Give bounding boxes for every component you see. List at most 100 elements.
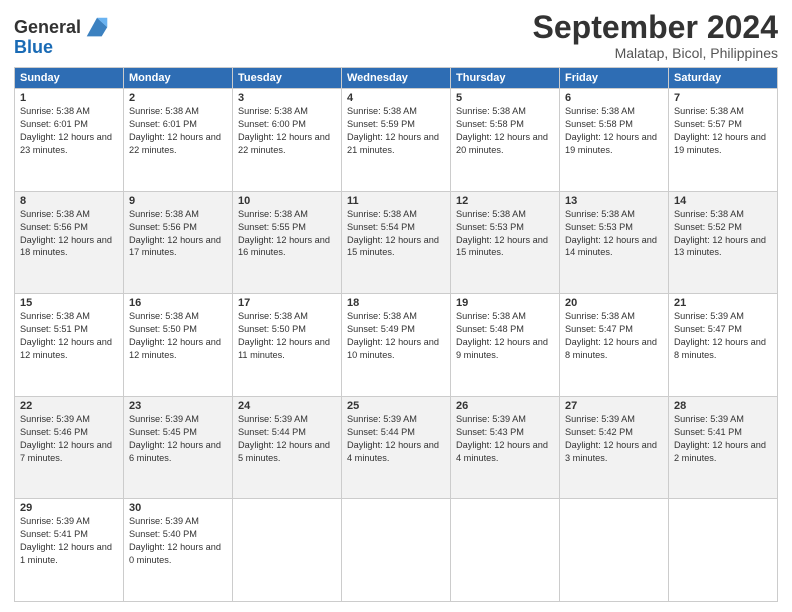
- sunset-label: Sunset: 5:58 PM: [565, 119, 633, 129]
- daylight-label: Daylight: 12 hours and 11 minutes.: [238, 337, 330, 360]
- day-number: 22: [20, 400, 118, 412]
- day-info: Sunrise: 5:38 AM Sunset: 5:54 PM Dayligh…: [347, 208, 445, 260]
- day-info: Sunrise: 5:38 AM Sunset: 5:50 PM Dayligh…: [238, 310, 336, 362]
- sunset-label: Sunset: 5:42 PM: [565, 427, 633, 437]
- day-info: Sunrise: 5:38 AM Sunset: 5:53 PM Dayligh…: [565, 208, 663, 260]
- day-number: 1: [20, 92, 118, 104]
- day-number: 9: [129, 195, 227, 207]
- day-number: 21: [674, 297, 772, 309]
- day-info: Sunrise: 5:38 AM Sunset: 5:53 PM Dayligh…: [456, 208, 554, 260]
- logo-icon: [83, 14, 111, 42]
- day-info: Sunrise: 5:39 AM Sunset: 5:43 PM Dayligh…: [456, 413, 554, 465]
- sunset-label: Sunset: 5:52 PM: [674, 222, 742, 232]
- sunset-label: Sunset: 5:41 PM: [20, 529, 88, 539]
- sunrise-label: Sunrise: 5:39 AM: [20, 414, 90, 424]
- sunset-label: Sunset: 5:48 PM: [456, 324, 524, 334]
- daylight-label: Daylight: 12 hours and 14 minutes.: [565, 235, 657, 258]
- day-number: 27: [565, 400, 663, 412]
- day-number: 24: [238, 400, 336, 412]
- daylight-label: Daylight: 12 hours and 23 minutes.: [20, 132, 112, 155]
- sunrise-label: Sunrise: 5:38 AM: [238, 106, 308, 116]
- sunrise-label: Sunrise: 5:39 AM: [674, 414, 744, 424]
- col-friday: Friday: [560, 68, 669, 89]
- day-number: 23: [129, 400, 227, 412]
- sunset-label: Sunset: 6:00 PM: [238, 119, 306, 129]
- daylight-label: Daylight: 12 hours and 6 minutes.: [129, 440, 221, 463]
- table-row: [669, 499, 778, 602]
- sunrise-label: Sunrise: 5:38 AM: [565, 209, 635, 219]
- day-info: Sunrise: 5:38 AM Sunset: 5:58 PM Dayligh…: [565, 105, 663, 157]
- daylight-label: Daylight: 12 hours and 5 minutes.: [238, 440, 330, 463]
- table-row: 14 Sunrise: 5:38 AM Sunset: 5:52 PM Dayl…: [669, 191, 778, 294]
- daylight-label: Daylight: 12 hours and 19 minutes.: [565, 132, 657, 155]
- day-number: 12: [456, 195, 554, 207]
- table-row: [560, 499, 669, 602]
- header-row: Sunday Monday Tuesday Wednesday Thursday…: [15, 68, 778, 89]
- table-row: 29 Sunrise: 5:39 AM Sunset: 5:41 PM Dayl…: [15, 499, 124, 602]
- day-number: 3: [238, 92, 336, 104]
- day-info: Sunrise: 5:39 AM Sunset: 5:41 PM Dayligh…: [674, 413, 772, 465]
- day-info: Sunrise: 5:38 AM Sunset: 5:49 PM Dayligh…: [347, 310, 445, 362]
- daylight-label: Daylight: 12 hours and 13 minutes.: [674, 235, 766, 258]
- day-info: Sunrise: 5:39 AM Sunset: 5:47 PM Dayligh…: [674, 310, 772, 362]
- sunrise-label: Sunrise: 5:38 AM: [20, 106, 90, 116]
- table-row: 8 Sunrise: 5:38 AM Sunset: 5:56 PM Dayli…: [15, 191, 124, 294]
- day-info: Sunrise: 5:39 AM Sunset: 5:46 PM Dayligh…: [20, 413, 118, 465]
- table-row: 15 Sunrise: 5:38 AM Sunset: 5:51 PM Dayl…: [15, 294, 124, 397]
- table-row: 20 Sunrise: 5:38 AM Sunset: 5:47 PM Dayl…: [560, 294, 669, 397]
- sunset-label: Sunset: 5:50 PM: [238, 324, 306, 334]
- sunrise-label: Sunrise: 5:38 AM: [238, 209, 308, 219]
- table-row: 3 Sunrise: 5:38 AM Sunset: 6:00 PM Dayli…: [233, 89, 342, 192]
- daylight-label: Daylight: 12 hours and 15 minutes.: [347, 235, 439, 258]
- calendar-row: 1 Sunrise: 5:38 AM Sunset: 6:01 PM Dayli…: [15, 89, 778, 192]
- sunset-label: Sunset: 5:44 PM: [347, 427, 415, 437]
- day-info: Sunrise: 5:38 AM Sunset: 5:48 PM Dayligh…: [456, 310, 554, 362]
- day-number: 16: [129, 297, 227, 309]
- daylight-label: Daylight: 12 hours and 7 minutes.: [20, 440, 112, 463]
- sunrise-label: Sunrise: 5:38 AM: [347, 311, 417, 321]
- table-row: 19 Sunrise: 5:38 AM Sunset: 5:48 PM Dayl…: [451, 294, 560, 397]
- sunrise-label: Sunrise: 5:39 AM: [238, 414, 308, 424]
- col-thursday: Thursday: [451, 68, 560, 89]
- day-info: Sunrise: 5:38 AM Sunset: 5:59 PM Dayligh…: [347, 105, 445, 157]
- table-row: 26 Sunrise: 5:39 AM Sunset: 5:43 PM Dayl…: [451, 396, 560, 499]
- day-info: Sunrise: 5:39 AM Sunset: 5:42 PM Dayligh…: [565, 413, 663, 465]
- table-row: 13 Sunrise: 5:38 AM Sunset: 5:53 PM Dayl…: [560, 191, 669, 294]
- sunrise-label: Sunrise: 5:38 AM: [456, 209, 526, 219]
- day-number: 28: [674, 400, 772, 412]
- day-number: 29: [20, 502, 118, 514]
- sunrise-label: Sunrise: 5:39 AM: [456, 414, 526, 424]
- day-number: 7: [674, 92, 772, 104]
- sunset-label: Sunset: 5:46 PM: [20, 427, 88, 437]
- table-row: 24 Sunrise: 5:39 AM Sunset: 5:44 PM Dayl…: [233, 396, 342, 499]
- sunrise-label: Sunrise: 5:38 AM: [565, 311, 635, 321]
- table-row: [451, 499, 560, 602]
- daylight-label: Daylight: 12 hours and 22 minutes.: [238, 132, 330, 155]
- daylight-label: Daylight: 12 hours and 21 minutes.: [347, 132, 439, 155]
- calendar-row: 15 Sunrise: 5:38 AM Sunset: 5:51 PM Dayl…: [15, 294, 778, 397]
- logo: General Blue: [14, 14, 111, 58]
- day-number: 6: [565, 92, 663, 104]
- sunrise-label: Sunrise: 5:39 AM: [347, 414, 417, 424]
- sunset-label: Sunset: 5:40 PM: [129, 529, 197, 539]
- sunrise-label: Sunrise: 5:38 AM: [347, 209, 417, 219]
- day-info: Sunrise: 5:38 AM Sunset: 5:58 PM Dayligh…: [456, 105, 554, 157]
- daylight-label: Daylight: 12 hours and 10 minutes.: [347, 337, 439, 360]
- day-info: Sunrise: 5:38 AM Sunset: 5:57 PM Dayligh…: [674, 105, 772, 157]
- daylight-label: Daylight: 12 hours and 12 minutes.: [129, 337, 221, 360]
- day-number: 26: [456, 400, 554, 412]
- table-row: 30 Sunrise: 5:39 AM Sunset: 5:40 PM Dayl…: [124, 499, 233, 602]
- sunset-label: Sunset: 5:53 PM: [456, 222, 524, 232]
- daylight-label: Daylight: 12 hours and 9 minutes.: [456, 337, 548, 360]
- sunrise-label: Sunrise: 5:39 AM: [129, 414, 199, 424]
- day-info: Sunrise: 5:38 AM Sunset: 5:55 PM Dayligh…: [238, 208, 336, 260]
- sunset-label: Sunset: 5:49 PM: [347, 324, 415, 334]
- day-number: 8: [20, 195, 118, 207]
- day-number: 25: [347, 400, 445, 412]
- col-monday: Monday: [124, 68, 233, 89]
- table-row: 28 Sunrise: 5:39 AM Sunset: 5:41 PM Dayl…: [669, 396, 778, 499]
- day-number: 15: [20, 297, 118, 309]
- table-row: 6 Sunrise: 5:38 AM Sunset: 5:58 PM Dayli…: [560, 89, 669, 192]
- table-row: [342, 499, 451, 602]
- day-info: Sunrise: 5:39 AM Sunset: 5:41 PM Dayligh…: [20, 515, 118, 567]
